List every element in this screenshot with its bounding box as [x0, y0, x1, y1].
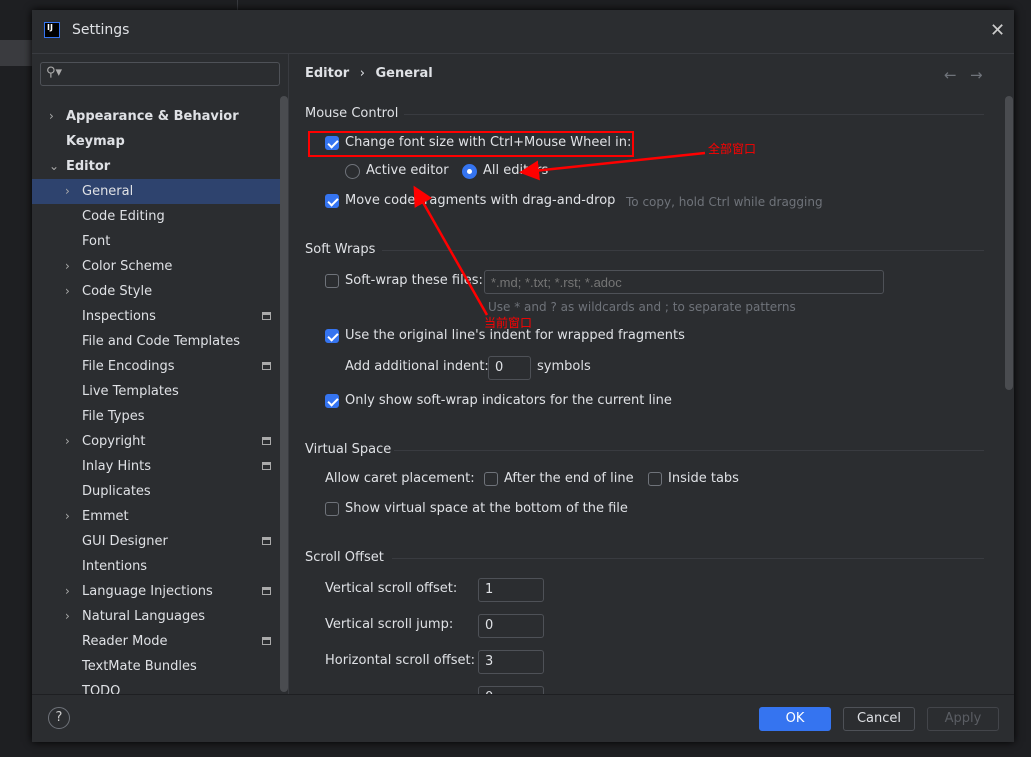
annotation-arrows — [413, 151, 706, 316]
annotation-current-window: 当前窗口 — [484, 316, 533, 330]
arrow-all-editors — [519, 151, 706, 181]
arrow-active-editor — [413, 185, 489, 316]
annotation-all-windows: 全部窗口 — [708, 142, 757, 156]
